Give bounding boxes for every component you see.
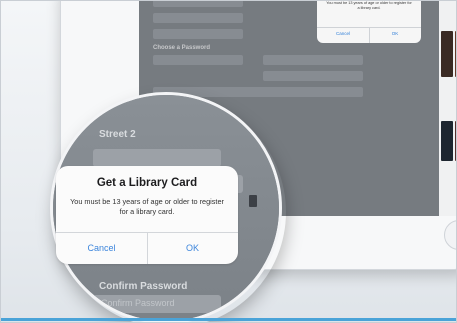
ok-button-magnified[interactable]: OK xyxy=(147,243,238,253)
confirm-password-label: Confirm Password xyxy=(99,281,188,292)
bottom-accent-rule xyxy=(0,318,457,321)
book-cover-grid xyxy=(439,0,457,216)
library-card-alert: Get a Library Card You must be 13 years … xyxy=(56,166,238,264)
ok-button[interactable]: OK xyxy=(369,31,421,36)
book-cover[interactable] xyxy=(441,31,453,77)
street-2-field[interactable] xyxy=(93,149,221,167)
alert-message-magnified: You must be 13 years of age or older to … xyxy=(70,197,224,216)
confirm-password-placeholder: Confirm Password xyxy=(101,298,175,308)
library-card-alert-small: Get a Library Card You must be 13 years … xyxy=(317,0,421,43)
confirm-password-field-magnified[interactable]: Confirm Password xyxy=(93,295,221,313)
cancel-button[interactable]: Cancel xyxy=(317,31,369,36)
book-cover[interactable] xyxy=(441,121,453,161)
cancel-button-magnified[interactable]: Cancel xyxy=(56,243,147,253)
street-2-label: Street 2 xyxy=(99,129,136,140)
screenshot-stage: Choose a Password You must be 13 years o… xyxy=(0,0,457,323)
alert-message: You must be 13 years of age or older to … xyxy=(326,1,412,10)
scroll-handle[interactable] xyxy=(249,195,257,207)
home-button[interactable] xyxy=(444,220,457,250)
alert-title-magnified: Get a Library Card xyxy=(96,177,198,189)
